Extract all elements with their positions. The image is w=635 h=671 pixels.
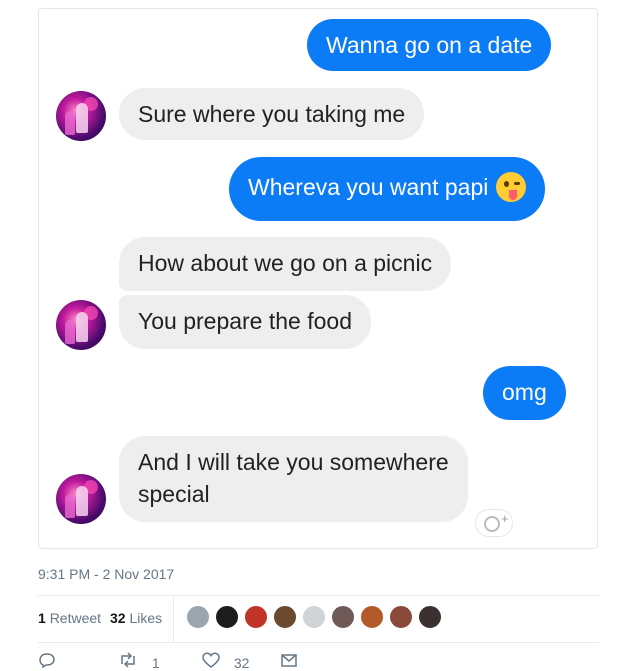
tweet-actions: 1 32 (38, 652, 599, 671)
smiley-icon (484, 516, 500, 532)
message-text: omg (502, 379, 547, 405)
divider (38, 642, 599, 643)
liker-avatar[interactable] (331, 605, 355, 629)
liker-avatar[interactable] (215, 605, 239, 629)
tweet-timestamp[interactable]: 9:31 PM - 2 Nov 2017 (38, 566, 174, 582)
conversation-screenshot: Wanna go on a date Sure where you taking… (38, 8, 598, 549)
add-reaction-button[interactable]: + (475, 509, 513, 537)
heart-icon (202, 652, 220, 668)
message-text: Sure where you taking me (138, 101, 406, 127)
tongue-out-emoji-icon (496, 171, 527, 202)
liker-avatar[interactable] (418, 605, 442, 629)
tweet-stats: 1 Retweet 32 Likes (38, 596, 599, 642)
likes-label: Likes (129, 610, 163, 626)
message-outgoing: Wanna go on a date (307, 19, 552, 71)
avatar (56, 91, 106, 141)
likes-count: 32 (110, 610, 126, 626)
message-incoming: And I will take you somewhere special (119, 436, 468, 522)
like-count: 32 (233, 655, 250, 671)
message-text: And I will take you somewhere (138, 449, 449, 475)
avatar (56, 474, 106, 524)
liker-avatar[interactable] (244, 605, 268, 629)
like-button[interactable]: 32 (202, 652, 249, 671)
retweets-count: 1 (38, 610, 46, 626)
message-incoming: Sure where you taking me (119, 88, 425, 140)
message-outgoing: omg (483, 366, 566, 420)
message-text: You prepare the food (138, 308, 352, 334)
direct-message-button[interactable] (280, 652, 308, 671)
message-incoming: You prepare the food (119, 295, 371, 349)
message-outgoing: Whereva you want papi (229, 157, 546, 221)
message-text: Wanna go on a date (326, 32, 533, 58)
message-text: How about we go on a picnic (138, 250, 433, 276)
plus-icon: + (501, 511, 509, 526)
divider (173, 596, 174, 642)
retweet-button[interactable]: 1 (118, 652, 160, 671)
retweets-stat[interactable]: 1 Retweet (38, 610, 101, 626)
liker-avatar[interactable] (186, 605, 210, 629)
liker-avatar[interactable] (302, 605, 326, 629)
reply-icon (39, 653, 55, 668)
message-text: special (138, 481, 210, 507)
avatar (56, 300, 106, 350)
reply-button[interactable] (38, 652, 66, 671)
likes-stat[interactable]: 32 Likes (110, 610, 162, 626)
retweet-icon (121, 652, 135, 668)
liker-avatar[interactable] (389, 605, 413, 629)
liker-avatar[interactable] (273, 605, 297, 629)
liker-avatar[interactable] (360, 605, 384, 629)
message-icon (281, 654, 297, 667)
message-incoming: How about we go on a picnic (119, 237, 452, 291)
message-text: Whereva you want papi (248, 174, 489, 200)
retweets-label: Retweet (49, 610, 102, 626)
retweet-count: 1 (151, 655, 160, 671)
